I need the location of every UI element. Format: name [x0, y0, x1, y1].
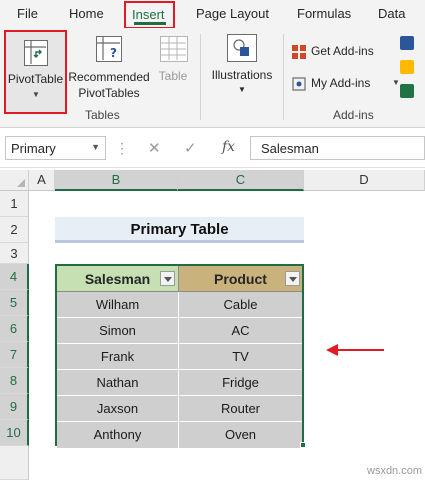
enter-icon[interactable]: ✓	[184, 139, 197, 157]
column-header-b[interactable]: B	[55, 170, 178, 191]
formula-bar-grip[interactable]: ⋮	[115, 140, 130, 157]
tab-page-layout[interactable]: Page Layout	[196, 0, 269, 28]
table-icon[interactable]	[160, 36, 188, 62]
header-product[interactable]: Product	[179, 266, 302, 292]
filter-dropdown-icon[interactable]	[285, 271, 300, 286]
svg-text:?: ?	[110, 46, 117, 60]
table-cell[interactable]: TV	[179, 344, 302, 370]
header-product-label: Product	[214, 271, 267, 287]
chevron-down-icon[interactable]: ▼	[91, 142, 100, 152]
illustrations-button[interactable]: Illustrations ▼	[205, 68, 279, 94]
table-cell[interactable]: Fridge	[179, 370, 302, 396]
get-addins-label: Get Add-ins	[311, 44, 374, 58]
row-header-7[interactable]: 7	[0, 342, 29, 368]
row-header-9[interactable]: 9	[0, 394, 29, 420]
name-box-value: Primary	[11, 141, 56, 156]
active-tab-indicator	[134, 22, 166, 25]
sheet-title[interactable]: Primary Table	[55, 217, 304, 243]
recommended-label-line1: Recommended	[68, 70, 150, 84]
table-button-label: Table	[158, 69, 188, 83]
recommended-label-line2: PivotTables	[78, 86, 140, 100]
table-cell[interactable]: Jaxson	[57, 396, 179, 422]
fill-handle[interactable]	[300, 442, 306, 448]
formula-value: Salesman	[261, 141, 319, 156]
tab-home[interactable]: Home	[69, 0, 104, 28]
row-header-1[interactable]: 1	[0, 191, 29, 217]
header-salesman-label: Salesman	[84, 271, 151, 287]
table-cell[interactable]: Frank	[57, 344, 179, 370]
table-cell[interactable]: Nathan	[57, 370, 179, 396]
formula-bar: Primary ▼ ⋮ ✕ ✓ fx Salesman	[0, 128, 425, 168]
cancel-icon[interactable]: ✕	[148, 139, 161, 157]
recommended-pivot-tables-icon[interactable]: ?	[96, 36, 122, 62]
name-box[interactable]: Primary ▼	[5, 136, 106, 160]
group-divider	[200, 34, 201, 120]
row-header-5[interactable]: 5	[0, 290, 29, 316]
pivot-table-icon	[24, 40, 48, 66]
column-header-d[interactable]: D	[304, 170, 425, 191]
pivot-table-label: PivotTable	[7, 72, 64, 86]
group-label-addins: Add-ins	[333, 108, 374, 122]
bing-maps-icon[interactable]	[400, 60, 414, 74]
insert-function-icon[interactable]: fx	[222, 139, 235, 155]
chevron-down-icon[interactable]: ▼	[392, 78, 400, 87]
tab-file[interactable]: File	[17, 0, 38, 28]
table-cell[interactable]: Cable	[179, 292, 302, 318]
tab-data[interactable]: Data	[378, 0, 405, 28]
ribbon-tab-bar: File Home Insert Page Layout Formulas Da…	[0, 0, 425, 29]
column-header-a[interactable]: A	[29, 170, 55, 191]
tab-formulas[interactable]: Formulas	[297, 0, 351, 28]
recommended-pivot-tables-button[interactable]: Recommended PivotTables	[68, 69, 150, 101]
table-cell[interactable]: Router	[179, 396, 302, 422]
filter-dropdown-icon[interactable]	[160, 271, 175, 286]
table-cell[interactable]: Wilham	[57, 292, 179, 318]
row-header-6[interactable]: 6	[0, 316, 29, 342]
tab-insert-highlight[interactable]: Insert	[124, 1, 175, 29]
store-icon	[292, 45, 306, 59]
table-cell[interactable]: Anthony	[57, 422, 179, 448]
row-header-8[interactable]: 8	[0, 368, 29, 394]
row-header-empty	[0, 446, 29, 480]
group-divider	[283, 34, 284, 120]
people-graph-icon[interactable]	[400, 84, 414, 98]
row-header-2[interactable]: 2	[0, 217, 29, 243]
visio-icon[interactable]	[400, 36, 414, 50]
annotation-arrow-icon	[326, 344, 384, 356]
my-addins-label: My Add-ins	[311, 76, 371, 90]
primary-table[interactable]: Salesman Product Wilham Cable Simon AC F…	[55, 264, 306, 448]
chevron-down-icon[interactable]: ▼	[32, 90, 40, 99]
table-cell[interactable]: Simon	[57, 318, 179, 344]
row-header-4[interactable]: 4	[0, 264, 29, 290]
my-addins-icon	[292, 77, 306, 91]
ribbon-insert-panel: PivotTable ▼ ? Recommended PivotTables T…	[0, 28, 425, 128]
header-salesman[interactable]: Salesman	[57, 266, 179, 292]
group-label-tables: Tables	[85, 108, 120, 122]
table-cell[interactable]: Oven	[179, 422, 302, 448]
row-header-10[interactable]: 10	[0, 420, 29, 446]
select-all-button[interactable]	[0, 170, 29, 191]
column-header-c[interactable]: C	[178, 170, 304, 191]
illustrations-label: Illustrations	[211, 68, 273, 82]
row-header-3[interactable]: 3	[0, 243, 29, 264]
table-cell[interactable]: AC	[179, 318, 302, 344]
formula-input[interactable]: Salesman	[250, 136, 425, 160]
illustrations-icon[interactable]	[227, 34, 257, 62]
chevron-down-icon: ▼	[238, 85, 246, 94]
watermark: wsxdn.com	[367, 465, 423, 477]
pivot-table-button[interactable]: PivotTable ▼	[4, 30, 67, 114]
